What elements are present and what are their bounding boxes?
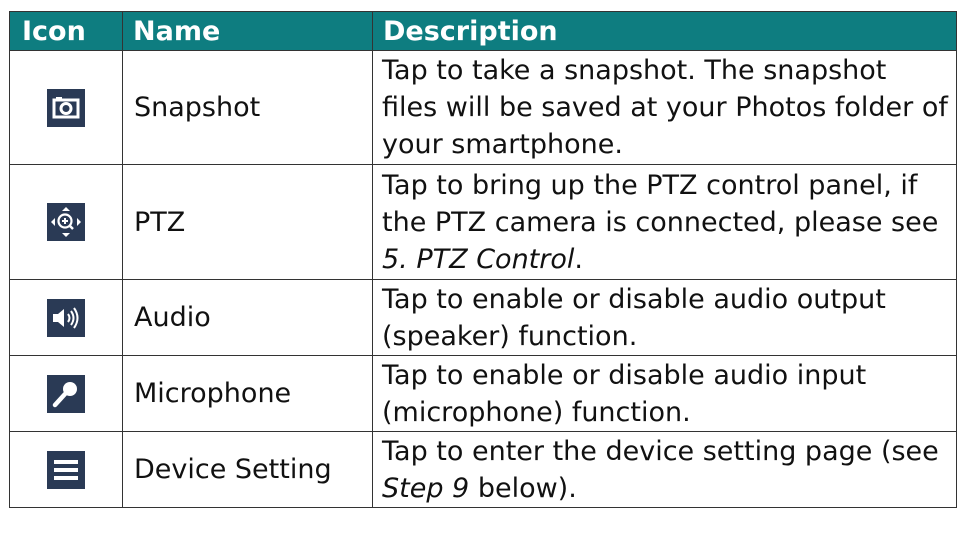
description-text: Tap to bring up the PTZ control panel, i… <box>382 169 939 238</box>
description-reference: Step 9 <box>382 472 470 504</box>
icon-cell <box>9 431 123 508</box>
row-description: Tap to enable or disable audio output (s… <box>372 279 957 356</box>
header-description: Description <box>372 11 957 51</box>
microphone-icon <box>47 374 85 413</box>
ptz-icon <box>47 203 85 242</box>
table-row: Snapshot Tap to take a snapshot. The sna… <box>9 50 957 165</box>
camera-icon <box>47 88 85 127</box>
description-text-end: . <box>574 243 583 275</box>
description-text-end: below). <box>469 472 577 504</box>
row-description: Tap to enable or disable audio input (mi… <box>372 355 957 432</box>
row-description: Tap to take a snapshot. The snapshot fil… <box>372 50 957 165</box>
table-row: Audio Tap to enable or disable audio out… <box>9 279 957 356</box>
table-row: Microphone Tap to enable or disable audi… <box>9 355 957 432</box>
row-description: Tap to bring up the PTZ control panel, i… <box>372 164 957 280</box>
icon-cell <box>9 279 123 356</box>
table-row: Device Setting Tap to enter the device s… <box>9 431 957 508</box>
row-name: Snapshot <box>122 50 373 165</box>
menu-icon <box>47 450 85 489</box>
icon-cell <box>9 50 123 165</box>
row-name: Audio <box>122 279 373 356</box>
row-name: PTZ <box>122 164 373 280</box>
table-header-row: Icon Name Description <box>9 11 957 51</box>
header-name: Name <box>122 11 373 51</box>
icon-cell <box>9 164 123 280</box>
description-reference: 5. PTZ Control <box>382 243 575 275</box>
description-text: Tap to enter the device setting page (se… <box>382 435 939 467</box>
icon-reference-table: Icon Name Description Snapshot Tap to ta… <box>9 11 957 508</box>
row-name: Device Setting <box>122 431 373 508</box>
row-name: Microphone <box>122 355 373 432</box>
row-description: Tap to enter the device setting page (se… <box>372 431 957 508</box>
icon-cell <box>9 355 123 432</box>
speaker-icon <box>47 298 85 337</box>
header-icon: Icon <box>9 11 123 51</box>
table-row: PTZ Tap to bring up the PTZ control pane… <box>9 164 957 280</box>
